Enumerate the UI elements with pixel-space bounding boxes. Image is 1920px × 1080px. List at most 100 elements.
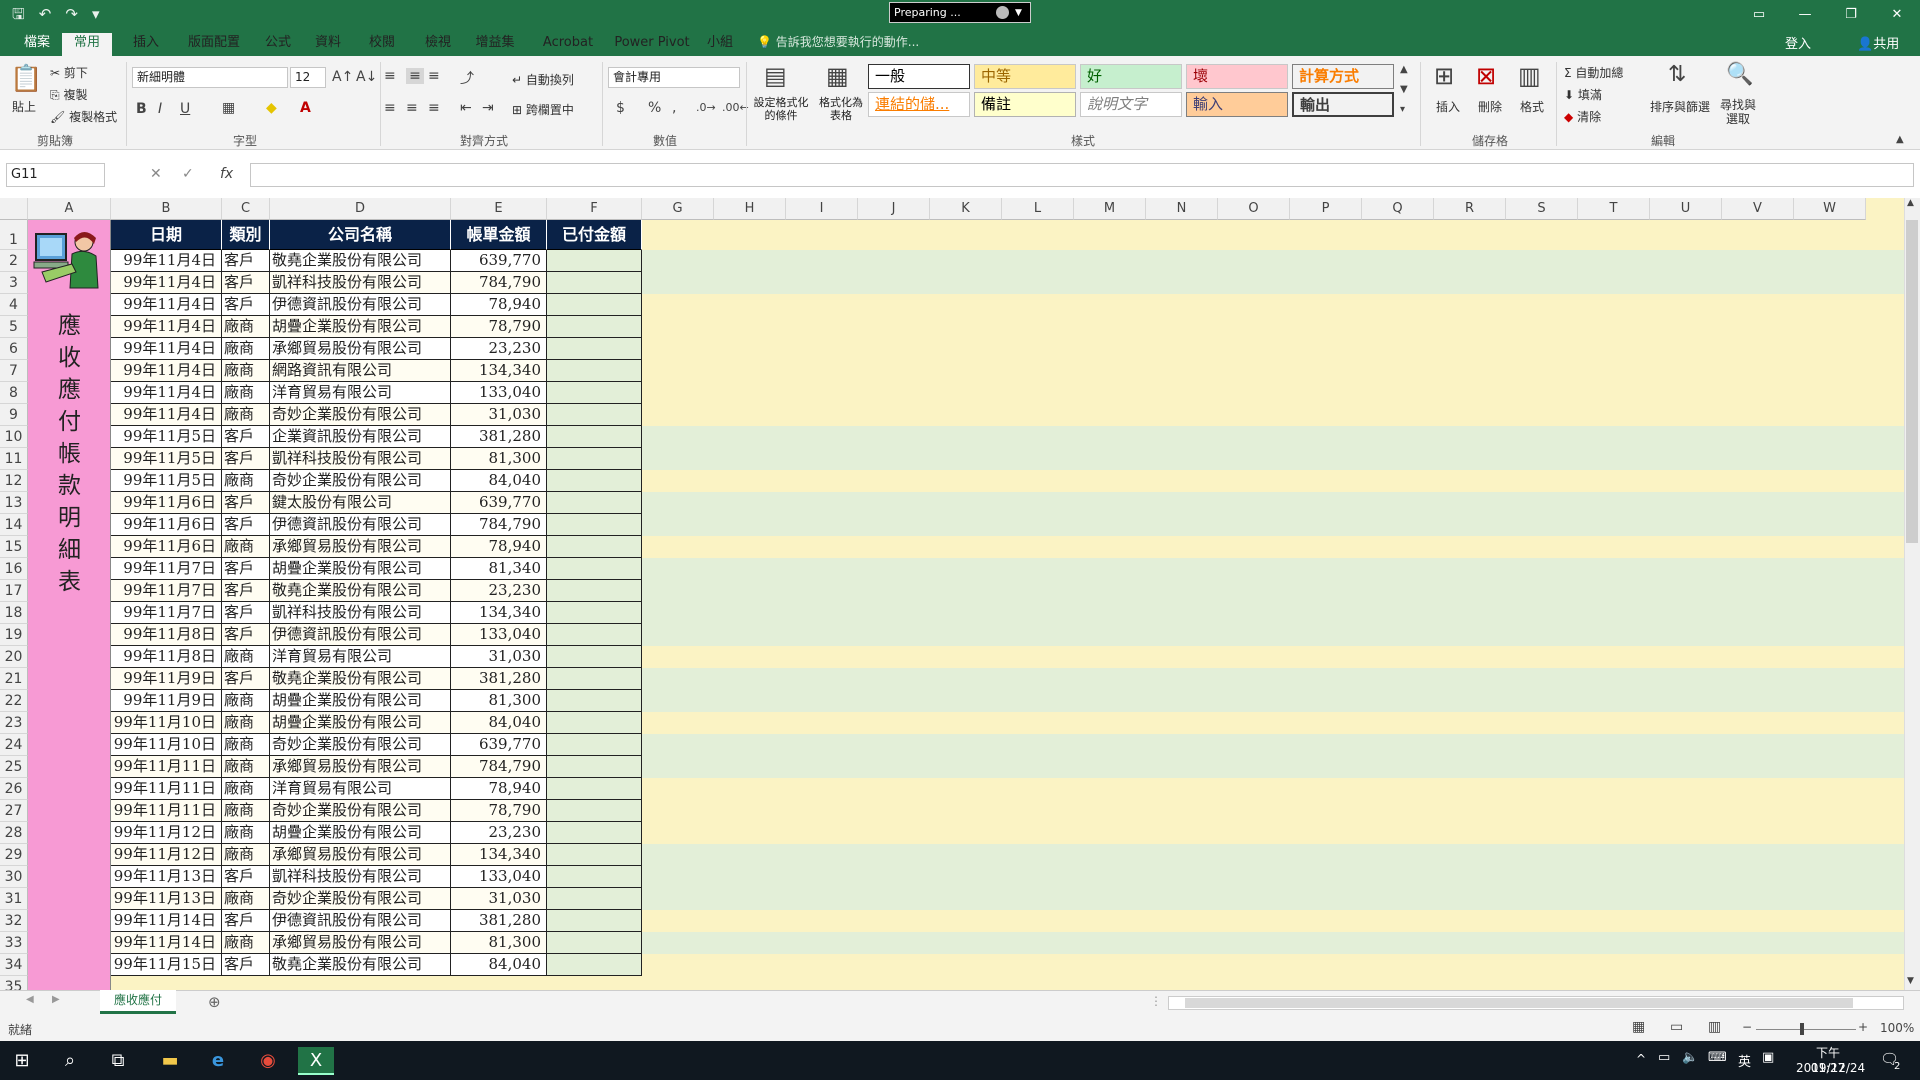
column-header[interactable]: M	[1074, 198, 1146, 220]
table-cell[interactable]: 31,030	[451, 646, 547, 668]
row-header[interactable]: 16	[0, 558, 28, 580]
clock-date[interactable]: 2019/12/24	[1796, 1061, 1865, 1075]
column-header[interactable]: Q	[1362, 198, 1434, 220]
zoom-level[interactable]: 100%	[1880, 1021, 1914, 1035]
table-cell[interactable]: 81,300	[451, 448, 547, 470]
add-sheet-icon[interactable]: ⊕	[208, 993, 221, 1011]
table-cell[interactable]: 客戶	[222, 558, 270, 580]
row-header[interactable]: 31	[0, 888, 28, 910]
merge-center-button[interactable]: ⊞ 跨欄置中	[512, 101, 574, 118]
table-cell[interactable]	[547, 294, 642, 316]
table-cell[interactable]: 客戶	[222, 954, 270, 976]
table-cell[interactable]: 99年11月15日	[111, 954, 222, 976]
column-header[interactable]: H	[714, 198, 786, 220]
cell-style-4[interactable]: 計算方式	[1292, 64, 1394, 89]
table-cell[interactable]: 99年11月8日	[111, 646, 222, 668]
table-cell[interactable]: 奇妙企業股份有限公司	[270, 888, 451, 910]
scroll-up-icon[interactable]: ▲	[1907, 198, 1914, 208]
table-cell[interactable]: 廠商	[222, 800, 270, 822]
table-header-cell[interactable]: 日期	[111, 220, 222, 250]
table-cell[interactable]: 134,340	[451, 360, 547, 382]
tab-2[interactable]: 插入	[124, 33, 168, 56]
table-cell[interactable]	[547, 800, 642, 822]
table-cell[interactable]: 承鄉貿易股份有限公司	[270, 844, 451, 866]
comma-button[interactable]: ,	[672, 100, 676, 116]
copy-button[interactable]: ⎘ 複製	[50, 86, 87, 103]
tab-5[interactable]: 資料	[306, 33, 350, 56]
table-cell[interactable]: 洋育貿易有限公司	[270, 382, 451, 404]
cell-style-7[interactable]: 說明文字	[1080, 92, 1182, 117]
name-box[interactable]: G11	[6, 163, 105, 187]
table-cell[interactable]: 廠商	[222, 844, 270, 866]
table-cell[interactable]: 凱祥科技股份有限公司	[270, 448, 451, 470]
table-cell[interactable]	[547, 580, 642, 602]
table-cell[interactable]: 99年11月4日	[111, 404, 222, 426]
row-header[interactable]: 20	[0, 646, 28, 668]
tab-8[interactable]: 增益集	[468, 33, 522, 56]
table-cell[interactable]: 99年11月10日	[111, 712, 222, 734]
column-header[interactable]: C	[222, 198, 270, 220]
table-cell[interactable]: 廠商	[222, 382, 270, 404]
align-right-icon[interactable]: ≡	[428, 100, 440, 116]
column-header[interactable]: J	[858, 198, 930, 220]
conditional-format-icon[interactable]: ▤	[764, 62, 787, 90]
zoom-in-icon[interactable]: +	[1858, 1020, 1868, 1034]
table-cell[interactable]: 99年11月7日	[111, 602, 222, 624]
table-cell[interactable]: 99年11月6日	[111, 514, 222, 536]
table-cell[interactable]: 廠商	[222, 470, 270, 492]
font-color-icon[interactable]: A	[300, 100, 311, 116]
tell-me-box[interactable]: 💡 告訴我您想要執行的動作...	[757, 33, 919, 50]
table-cell[interactable]: 99年11月5日	[111, 470, 222, 492]
table-cell[interactable]	[547, 778, 642, 800]
column-header[interactable]: E	[451, 198, 547, 220]
column-header[interactable]: P	[1290, 198, 1362, 220]
column-header[interactable]: O	[1218, 198, 1290, 220]
table-cell[interactable]: 99年11月6日	[111, 492, 222, 514]
task-view-icon[interactable]: ⧉	[100, 1047, 136, 1075]
table-cell[interactable]: 承鄉貿易股份有限公司	[270, 536, 451, 558]
row-header[interactable]: 26	[0, 778, 28, 800]
collapse-ribbon-icon[interactable]: ▲	[1896, 134, 1904, 145]
table-cell[interactable]: 99年11月12日	[111, 822, 222, 844]
format-painter-button[interactable]: 🖌 複製格式	[50, 108, 117, 125]
table-cell[interactable]	[547, 602, 642, 624]
font-size-select[interactable]: 12	[290, 67, 326, 88]
table-cell[interactable]: 99年11月14日	[111, 910, 222, 932]
table-cell[interactable]	[547, 514, 642, 536]
align-center-icon[interactable]: ≡	[406, 100, 418, 116]
cut-button[interactable]: ✂ 剪下	[50, 64, 88, 81]
select-all-corner[interactable]	[0, 198, 28, 220]
row-header[interactable]: 8	[0, 382, 28, 404]
table-cell[interactable]: 78,790	[451, 316, 547, 338]
table-cell[interactable]: 洋育貿易有限公司	[270, 646, 451, 668]
wrap-text-button[interactable]: ↵ 自動換列	[512, 71, 574, 88]
row-header[interactable]: 5	[0, 316, 28, 338]
sheet-tab[interactable]: 應收應付	[100, 990, 176, 1014]
find-select-icon[interactable]: 🔍	[1726, 62, 1753, 87]
cell-style-6[interactable]: 備註	[974, 92, 1076, 117]
clear-button[interactable]: ◆ 清除	[1564, 108, 1601, 125]
table-cell[interactable]	[547, 888, 642, 910]
table-cell[interactable]	[547, 734, 642, 756]
table-cell[interactable]: 客戶	[222, 866, 270, 888]
font-name-select[interactable]: 新細明體	[132, 67, 288, 88]
row-header[interactable]: 19	[0, 624, 28, 646]
cell-style-0[interactable]: 一般	[868, 64, 970, 89]
zoom-slider-thumb[interactable]	[1800, 1023, 1804, 1035]
ime-indicator[interactable]: 英	[1738, 1051, 1751, 1070]
format-as-table-button[interactable]: 格式化為表格	[814, 96, 868, 122]
table-cell[interactable]: 99年11月4日	[111, 360, 222, 382]
shrink-font-icon[interactable]: A↓	[356, 69, 377, 85]
table-cell[interactable]: 99年11月4日	[111, 250, 222, 272]
cell-style-2[interactable]: 好	[1080, 64, 1182, 89]
table-cell[interactable]: 99年11月7日	[111, 580, 222, 602]
table-cell[interactable]: 廠商	[222, 932, 270, 954]
table-cell[interactable]	[547, 448, 642, 470]
cell-style-3[interactable]: 壞	[1186, 64, 1288, 89]
table-cell[interactable]: 奇妙企業股份有限公司	[270, 470, 451, 492]
table-cell[interactable]: 洋育貿易有限公司	[270, 778, 451, 800]
table-cell[interactable]: 23,230	[451, 580, 547, 602]
table-cell[interactable]	[547, 382, 642, 404]
row-header[interactable]: 15	[0, 536, 28, 558]
column-header[interactable]: W	[1794, 198, 1866, 220]
